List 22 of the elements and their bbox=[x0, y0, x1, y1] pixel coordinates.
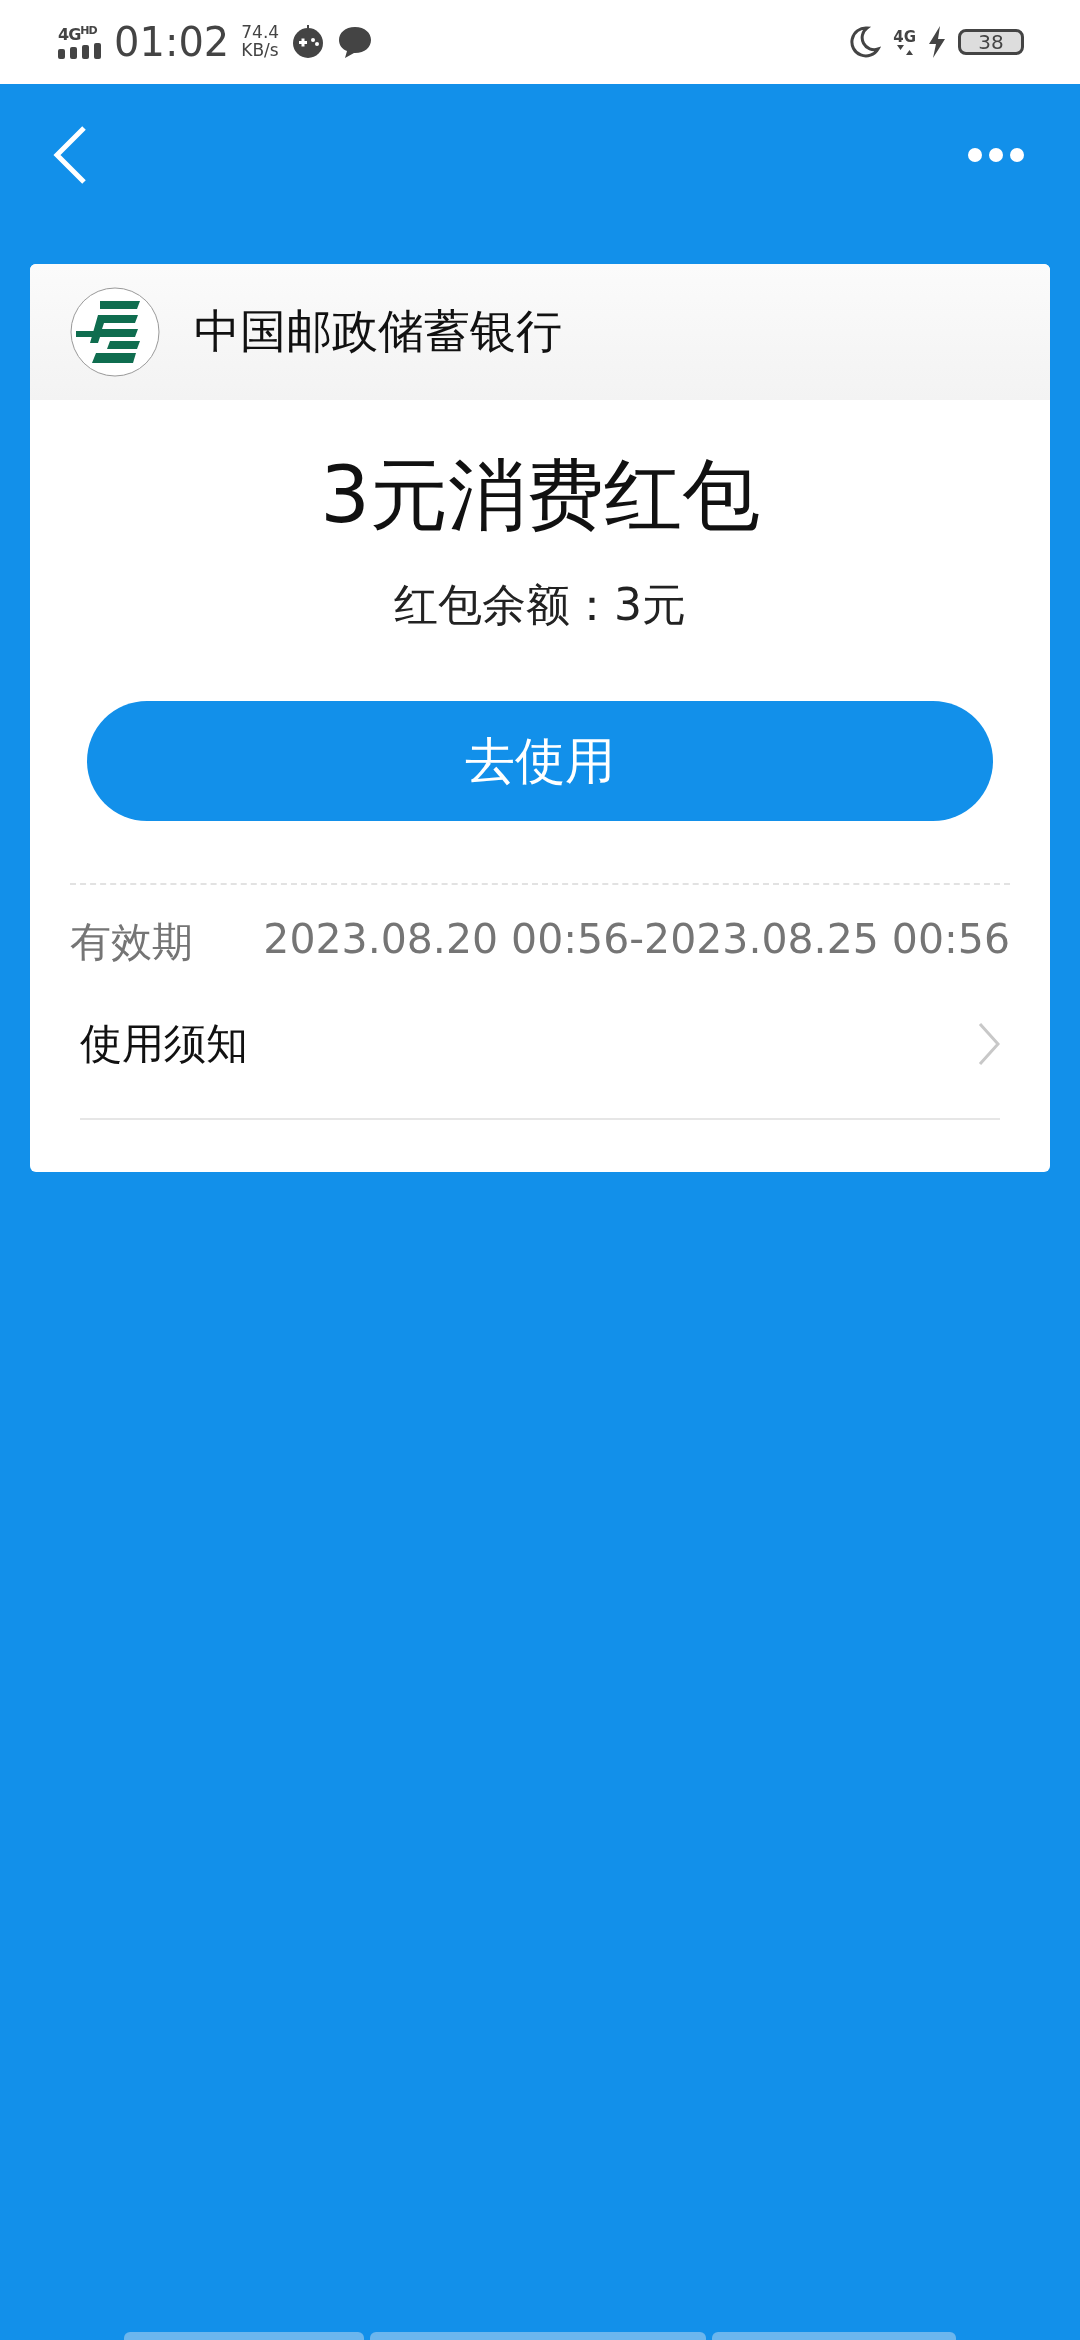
clock-time: 01:02 bbox=[114, 19, 230, 65]
coupon-balance: 红包余额：3元 bbox=[394, 578, 686, 632]
gamepad-icon bbox=[291, 25, 326, 59]
validity-dates: 2023.08.20 00:56-2023.08.25 00:56 bbox=[263, 915, 1010, 965]
moon-icon bbox=[847, 25, 882, 59]
coupon-title: 3元消费红包 bbox=[320, 456, 760, 534]
more-icon[interactable] bbox=[968, 147, 1024, 163]
speed-value: 74.4 bbox=[241, 24, 280, 42]
chevron-right-icon bbox=[978, 1022, 1000, 1066]
bank-name: 中国邮政储蓄银行 bbox=[194, 303, 562, 360]
charging-icon bbox=[928, 26, 946, 58]
bank-logo-icon bbox=[70, 287, 160, 377]
signal-icon bbox=[58, 43, 102, 60]
data-arrows-icon bbox=[895, 44, 914, 55]
chat-bubble-icon bbox=[337, 25, 374, 59]
network-label: 4G$^{HD}$ bbox=[58, 24, 97, 44]
usage-notice-row[interactable]: 使用须知 bbox=[80, 970, 1000, 1120]
battery-level: 38 bbox=[958, 29, 1024, 55]
validity-label: 有效期 bbox=[70, 917, 193, 968]
back-icon[interactable] bbox=[52, 125, 88, 185]
mobile-data-label: 4G bbox=[893, 29, 916, 45]
speed-unit: KB/s bbox=[241, 42, 279, 60]
